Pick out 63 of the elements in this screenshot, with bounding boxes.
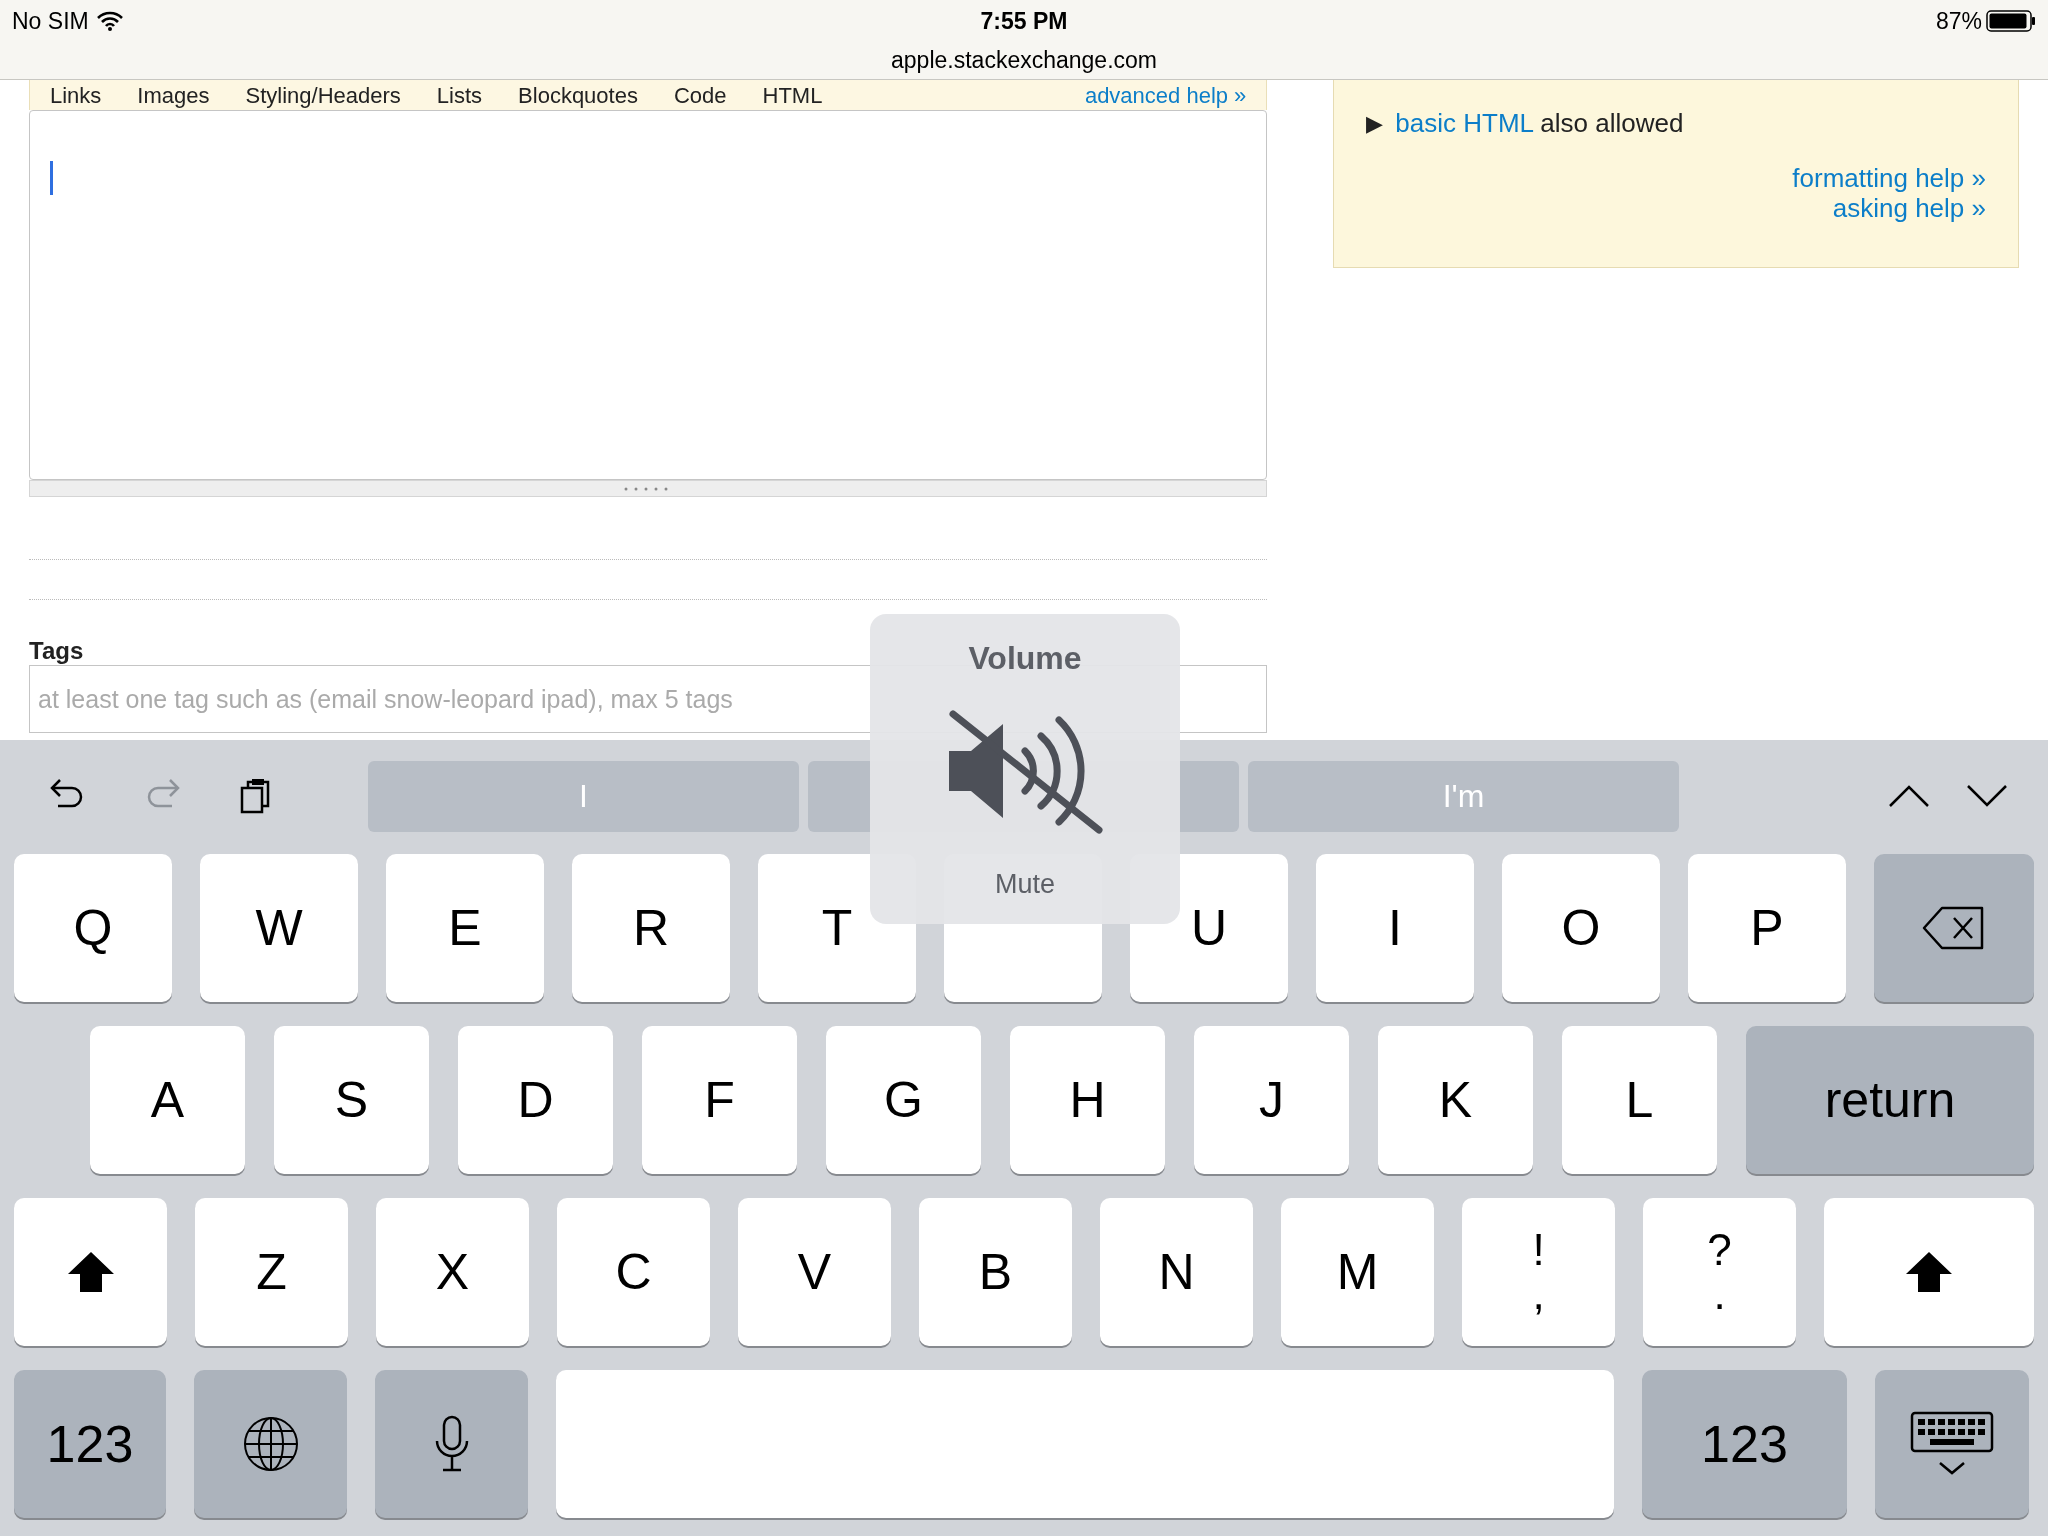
- backspace-key[interactable]: [1874, 854, 2034, 1002]
- letter-key[interactable]: B: [919, 1198, 1072, 1346]
- letter-key[interactable]: Z: [195, 1198, 348, 1346]
- letter-key[interactable]: C: [557, 1198, 710, 1346]
- letter-key[interactable]: W: [200, 854, 358, 1002]
- letter-key[interactable]: H: [1010, 1026, 1165, 1174]
- help-link[interactable]: asking help »: [1832, 193, 1986, 223]
- resize-grip[interactable]: [29, 480, 1268, 497]
- chevron-down-icon[interactable]: [1966, 784, 2008, 808]
- letter-key[interactable]: X: [376, 1198, 529, 1346]
- hide-keyboard-key[interactable]: [1875, 1370, 2029, 1518]
- letter-key[interactable]: I: [1316, 854, 1474, 1002]
- letter-key[interactable]: V: [738, 1198, 891, 1346]
- letter-key[interactable]: R: [572, 854, 730, 1002]
- letter-key[interactable]: J: [1194, 1026, 1349, 1174]
- letter-key[interactable]: L: [1562, 1026, 1717, 1174]
- letter-key[interactable]: D: [458, 1026, 613, 1174]
- letter-key[interactable]: S: [274, 1026, 429, 1174]
- return-key[interactable]: return: [1746, 1026, 2034, 1174]
- punctuation-key[interactable]: ! ,: [1462, 1198, 1615, 1346]
- help-text: basic HTML also allowed: [1395, 107, 1684, 140]
- letter-key[interactable]: P: [1688, 854, 1846, 1002]
- toolbar-button[interactable]: Blockquotes: [518, 78, 638, 112]
- shift-key[interactable]: [1824, 1198, 2034, 1346]
- backspace-icon: [1922, 906, 1986, 950]
- letter-key[interactable]: F: [642, 1026, 797, 1174]
- battery-percent: 87%: [1935, 7, 1982, 36]
- clock-time: 7:55 PM: [980, 7, 1068, 36]
- toolbar-button[interactable]: Links: [50, 78, 102, 112]
- microphone-icon: [433, 1415, 470, 1473]
- carrier-label: No SIM: [12, 7, 89, 36]
- toolbar-button[interactable]: HTML: [762, 78, 823, 112]
- toolbar-button[interactable]: Lists: [436, 78, 483, 112]
- letter-key[interactable]: E: [386, 854, 544, 1002]
- mute-label: Mute: [995, 868, 1055, 901]
- text-cursor: [50, 161, 53, 195]
- advanced-help-link[interactable]: advanced help »: [1084, 78, 1247, 112]
- toolbar-button[interactable]: Styling/Headers: [245, 78, 401, 112]
- numbers-key[interactable]: 123: [1642, 1370, 1847, 1518]
- numbers-key[interactable]: 123: [14, 1370, 166, 1518]
- letter-key[interactable]: M: [1281, 1198, 1434, 1346]
- globe-icon: [242, 1416, 299, 1472]
- keyboard-dismiss-icon: [1910, 1411, 1994, 1477]
- letter-key[interactable]: A: [90, 1026, 245, 1174]
- letter-key[interactable]: G: [826, 1026, 981, 1174]
- letter-key[interactable]: K: [1378, 1026, 1533, 1174]
- letter-key[interactable]: O: [1502, 854, 1660, 1002]
- shift-arrow-icon: [1904, 1250, 1954, 1294]
- battery-icon: [1986, 10, 2036, 33]
- toolbar-button[interactable]: Images: [137, 78, 210, 112]
- url-address[interactable]: apple.stackexchange.com: [891, 42, 1157, 77]
- wifi-icon: [96, 11, 123, 32]
- globe-key[interactable]: [194, 1370, 347, 1518]
- bullet-label: ▶: [1366, 110, 1384, 138]
- letter-key[interactable]: N: [1100, 1198, 1253, 1346]
- punctuation-key[interactable]: ? .: [1643, 1198, 1796, 1346]
- tags-label: Tags: [29, 636, 84, 665]
- toolbar-button[interactable]: Code: [673, 78, 727, 112]
- shift-key[interactable]: [14, 1198, 167, 1346]
- letter-key[interactable]: Q: [14, 854, 172, 1002]
- chevron-up-icon[interactable]: [1888, 784, 1930, 808]
- basic-html-link[interactable]: basic HTML: [1395, 108, 1534, 138]
- help-link[interactable]: formatting help »: [1792, 163, 1986, 193]
